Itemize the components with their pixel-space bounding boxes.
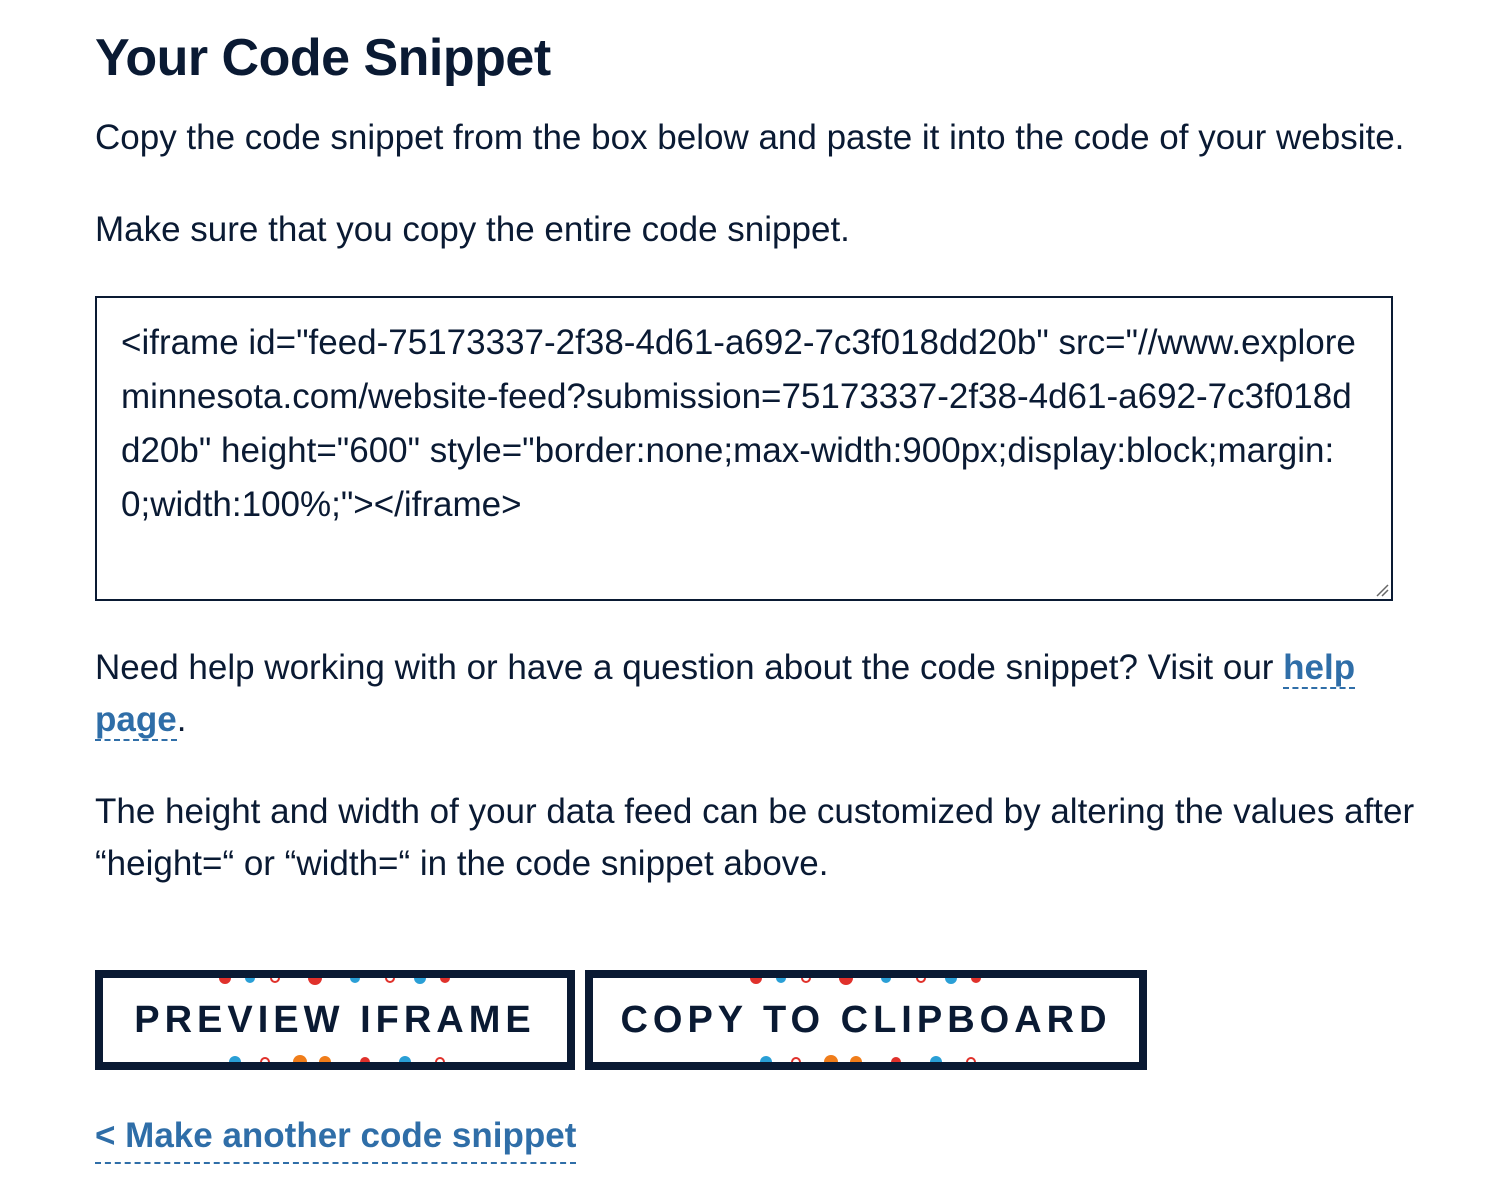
- help-paragraph: Need help working with or have a questio…: [95, 642, 1385, 746]
- code-snippet-textarea[interactable]: <iframe id="feed-75173337-2f38-4d61-a692…: [95, 296, 1393, 601]
- help-text: Need help working with or have a questio…: [95, 648, 1284, 687]
- intro-copy-instructions: Copy the code snippet from the box below…: [95, 118, 1405, 157]
- floral-decoration-icon: [750, 978, 981, 985]
- code-snippet-text[interactable]: <iframe id="feed-75173337-2f38-4d61-a692…: [121, 316, 1361, 532]
- floral-decoration-icon: [229, 1055, 445, 1062]
- floral-decoration-icon: [219, 978, 450, 985]
- size-customization-note: The height and width of your data feed c…: [95, 792, 1415, 883]
- page-title: Your Code Snippet: [95, 29, 551, 87]
- preview-iframe-button[interactable]: PREVIEW IFRAME: [95, 970, 575, 1070]
- resize-grip-icon[interactable]: [1373, 581, 1389, 597]
- floral-decoration-icon: [760, 1055, 976, 1062]
- copy-to-clipboard-button[interactable]: COPY TO CLIPBOARD: [585, 970, 1147, 1070]
- intro-copy-reminder: Make sure that you copy the entire code …: [95, 210, 850, 249]
- make-another-snippet-link[interactable]: < Make another code snippet: [95, 1110, 577, 1164]
- copy-to-clipboard-label: COPY TO CLIPBOARD: [616, 999, 1116, 1041]
- help-text-end: .: [176, 700, 187, 739]
- preview-iframe-label: PREVIEW IFRAME: [130, 999, 540, 1041]
